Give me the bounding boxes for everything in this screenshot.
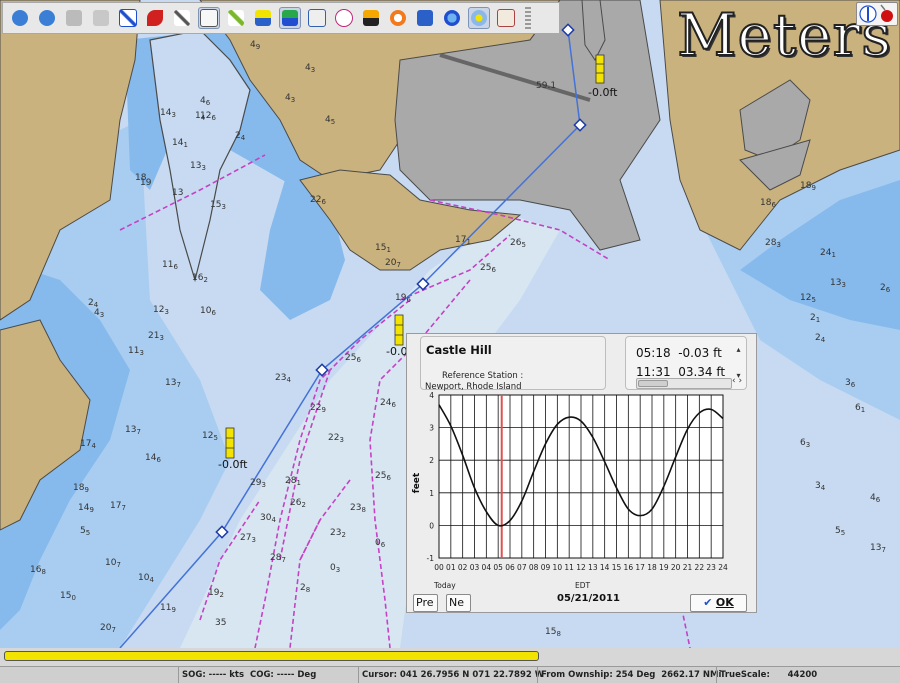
- x-tick-label: 19: [659, 563, 669, 572]
- station-name: Castle Hill: [426, 343, 492, 357]
- y-tick-label: -1: [427, 554, 435, 563]
- yellow-status-bar: [4, 651, 539, 661]
- ais-target-icon[interactable]: [63, 7, 85, 29]
- grid-icon[interactable]: [467, 7, 490, 29]
- x-tick-label: 11: [564, 563, 574, 572]
- tide-label-2: -0.0ft: [588, 86, 618, 99]
- truescale-status: TrueScale: 44200: [716, 667, 900, 683]
- x-tick-label: 09: [541, 563, 551, 572]
- x-tick-label: 13: [588, 563, 598, 572]
- ais-hidden-icon[interactable]: [90, 7, 112, 29]
- zoom-out-icon[interactable]: [36, 7, 58, 29]
- sog-cog-status: SOG: ----- kts COG: ----- Deg: [178, 667, 360, 683]
- prev-day-button[interactable]: Pre: [413, 594, 438, 612]
- horizontal-scroll-arrows[interactable]: ‹ ›: [732, 376, 742, 386]
- y-tick-label: 1: [429, 489, 434, 498]
- x-tick-label: 14: [600, 563, 610, 572]
- track-icon[interactable]: [144, 7, 166, 29]
- x-tick-label: 07: [517, 563, 527, 572]
- settings-icon[interactable]: [306, 7, 328, 29]
- x-tick-label: 04: [482, 563, 492, 572]
- depth-sounding: 13: [172, 188, 183, 198]
- y-tick-label: 0: [429, 521, 434, 530]
- depth-sounding: 35: [215, 618, 226, 628]
- text-annotation-icon[interactable]: [197, 7, 220, 29]
- y-tick-label: 3: [429, 424, 434, 433]
- ship-icon[interactable]: [441, 7, 463, 29]
- reference-station-label: Reference Station :: [442, 371, 524, 381]
- ok-label: OK: [715, 596, 734, 609]
- today-label: Today: [434, 581, 456, 590]
- next-day-button[interactable]: Ne: [446, 594, 471, 612]
- tide-event-low: 05:18 -0.03 ft: [636, 346, 722, 360]
- status-bar: SOG: ----- kts COG: ----- Deg Cursor: 04…: [0, 666, 900, 683]
- x-tick-label: 06: [505, 563, 515, 572]
- gps-status-icon: [881, 10, 893, 22]
- x-tick-label: 21: [683, 563, 693, 572]
- x-tick-label: 12: [576, 563, 586, 572]
- x-tick-label: 17: [635, 563, 645, 572]
- toolbar-grip[interactable]: [525, 7, 531, 29]
- cursor-position-status: Cursor: 041 26.7956 N 071 22.7892 W: [358, 667, 544, 683]
- cm93-layers-icon[interactable]: [278, 7, 301, 29]
- y-tick-label: 4: [429, 391, 434, 400]
- print-icon[interactable]: [495, 7, 517, 29]
- route-icon[interactable]: [117, 7, 139, 29]
- lifebuoy-icon[interactable]: [387, 7, 409, 29]
- x-tick-label: 23: [706, 563, 716, 572]
- tide-label-1: -0.0ft: [218, 458, 248, 471]
- distance-label: 59.1: [536, 81, 556, 91]
- x-tick-label: 18: [647, 563, 657, 572]
- main-toolbar: [2, 2, 560, 34]
- color-scheme-icon[interactable]: [360, 7, 382, 29]
- timezone-label: EDT: [575, 581, 591, 590]
- x-tick-label: 24: [718, 563, 728, 572]
- x-tick-label: 10: [553, 563, 563, 572]
- compass-widget[interactable]: [856, 2, 898, 26]
- station-info-box: Castle Hill Reference Station : Newport,…: [420, 336, 606, 392]
- tide-dialog[interactable]: Castle Hill Reference Station : Newport,…: [406, 333, 757, 613]
- tide-event-high: 11:31 03.34 ft: [636, 365, 726, 379]
- x-tick-labels: 00 01 02 03 04 05 06 07 08 09 10 11 12 13 14 15 16 17 18 19…: [434, 563, 728, 572]
- ok-button[interactable]: ✔ OK: [690, 594, 747, 612]
- x-tick-label: 15: [612, 563, 622, 572]
- tide-graph: -101234 00 01 02 03 04 05 06 07 08 09 10 11 12 13 14 15…: [412, 391, 728, 572]
- help-icon[interactable]: [414, 7, 436, 29]
- x-tick-label: 08: [529, 563, 539, 572]
- truescale-value: 44200: [787, 670, 818, 680]
- progress-bar-area: [0, 648, 900, 666]
- tide-events-list[interactable]: 05:18 -0.03 ft 11:31 03.34 ft ▴ ▾ ‹ ›: [625, 336, 747, 390]
- x-tick-label: 00: [434, 563, 444, 572]
- x-tick-label: 22: [695, 563, 705, 572]
- y-tick-labels: -1 0 1 2 3 4: [427, 391, 435, 563]
- measure-icon[interactable]: [171, 7, 193, 29]
- x-tick-label: 01: [446, 563, 456, 572]
- x-tick-label: 16: [624, 563, 634, 572]
- tide-date: 05/21/2011: [557, 593, 620, 604]
- y-axis-label: feet: [412, 472, 422, 493]
- truescale-label: TrueScale:: [720, 670, 770, 680]
- x-tick-label: 05: [493, 563, 503, 572]
- check-icon: ✔: [703, 596, 713, 609]
- x-tick-label: 02: [458, 563, 468, 572]
- zoom-in-icon[interactable]: [9, 7, 31, 29]
- events-horizontal-scrollbar[interactable]: [636, 378, 732, 389]
- y-tick-label: 2: [429, 456, 434, 465]
- ownship-status: From Ownship: 254 Deg 2662.17 NMi: [537, 667, 721, 683]
- x-tick-label: 20: [671, 563, 681, 572]
- tide-current-icon[interactable]: [252, 7, 274, 29]
- depth-sounding: 19: [140, 178, 152, 188]
- pencil-icon[interactable]: [225, 7, 247, 29]
- x-tick-label: 03: [470, 563, 480, 572]
- drawing-icon[interactable]: [333, 7, 355, 29]
